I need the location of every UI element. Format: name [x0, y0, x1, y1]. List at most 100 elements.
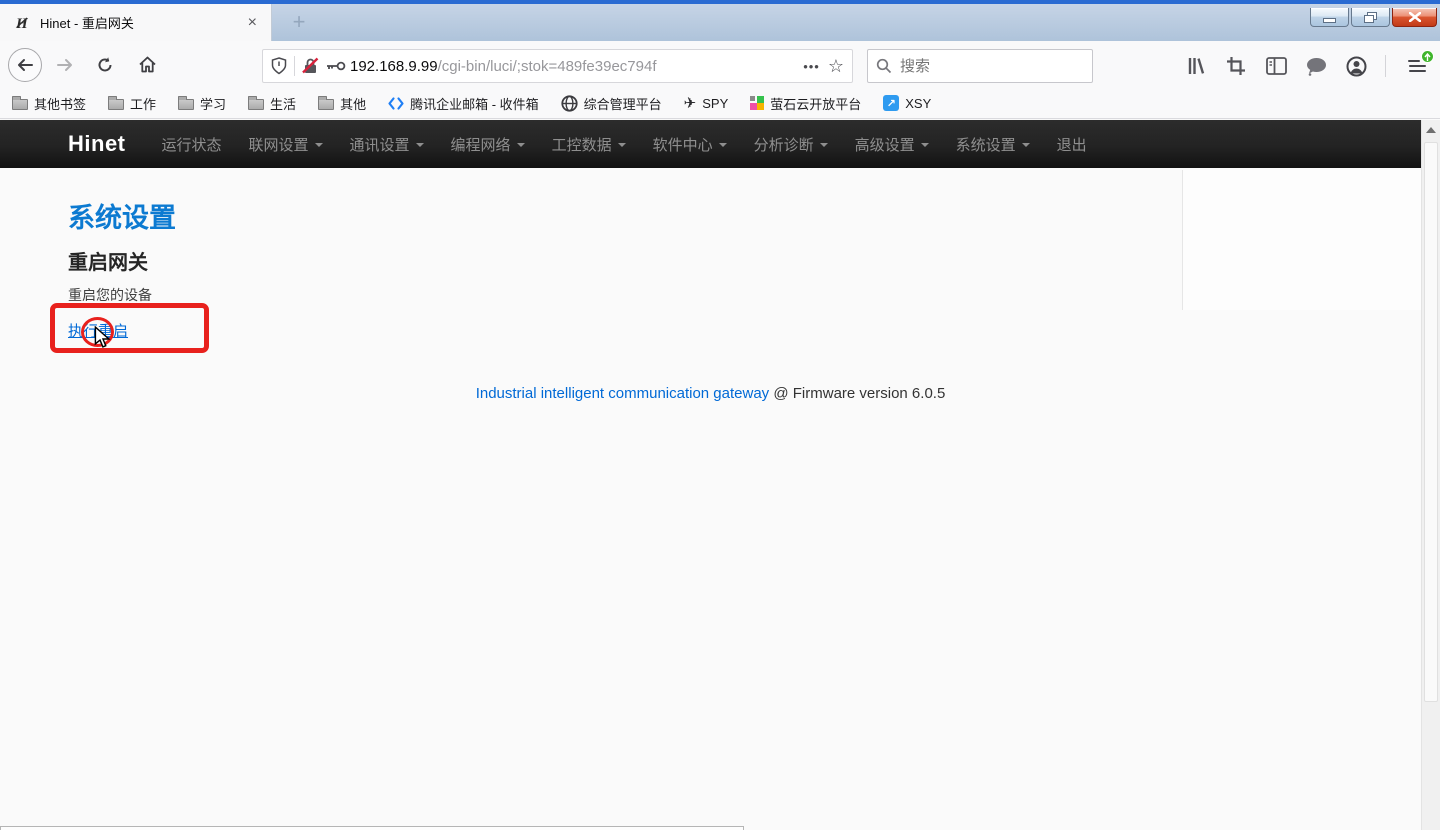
search-icon: [876, 58, 892, 74]
shield-icon: [271, 57, 287, 75]
chevron-down-icon: [820, 143, 828, 147]
toolbar-icons: [1185, 49, 1430, 83]
home-icon: [138, 56, 157, 73]
bookmark-mgmt-platform[interactable]: 综合管理平台: [561, 94, 662, 113]
close-button[interactable]: [1392, 8, 1437, 27]
page-actions-icon[interactable]: •••: [803, 59, 820, 74]
urlbar-divider: [294, 56, 295, 76]
chevron-down-icon: [517, 143, 525, 147]
nav-item-software-center[interactable]: 软件中心: [653, 134, 727, 155]
site-navbar: Hinet 运行状态 联网设置 通讯设置 编程网络 工控数据 软件中心 分析诊断…: [0, 120, 1421, 168]
sidebar-button[interactable]: [1265, 55, 1287, 77]
account-button[interactable]: [1345, 55, 1367, 77]
folder-icon: [178, 99, 194, 110]
ezviz-color-icon: [750, 96, 764, 110]
mouse-cursor: [92, 326, 112, 348]
forward-icon: [56, 58, 74, 72]
update-badge: [1421, 50, 1434, 63]
minimize-button[interactable]: [1310, 8, 1349, 27]
footer-version-text: @ Firmware version 6.0.5: [769, 385, 945, 402]
restore-button[interactable]: [1351, 8, 1390, 27]
folder-icon: [108, 99, 124, 110]
bookmark-xsy[interactable]: ↗ XSY: [883, 95, 931, 111]
minimize-icon: [1323, 18, 1336, 23]
messenger-button[interactable]: [1305, 55, 1327, 77]
tab-strip: H Hinet - 重启网关 × +: [0, 4, 1440, 41]
content-right-margin: [1182, 170, 1421, 310]
nav-item-system-settings[interactable]: 系统设置: [956, 134, 1030, 155]
window-controls: [1310, 8, 1437, 27]
restore-icon: [1364, 12, 1377, 23]
bookmark-star-icon[interactable]: ☆: [828, 56, 844, 77]
insecure-lock-icon: [302, 57, 319, 75]
nav-item-comm-setup[interactable]: 通讯设置: [350, 134, 424, 155]
folder-icon: [12, 99, 28, 110]
reload-icon: [96, 56, 114, 74]
home-button[interactable]: [130, 48, 164, 82]
back-button[interactable]: [8, 48, 42, 82]
bookmark-other-bookmarks[interactable]: 其他书签: [12, 94, 86, 113]
tab-title: Hinet - 重启网关: [40, 13, 244, 32]
nav-item-network-setup[interactable]: 联网设置: [249, 134, 323, 155]
forward-button[interactable]: [48, 48, 82, 82]
nav-item-programming-network[interactable]: 编程网络: [451, 134, 525, 155]
nav-item-advanced-settings[interactable]: 高级设置: [855, 134, 929, 155]
bookmark-tencent-exmail[interactable]: 腾讯企业邮箱 - 收件箱: [388, 94, 539, 113]
chevron-down-icon: [921, 143, 929, 147]
section-title: 系统设置: [68, 196, 176, 235]
nav-item-industrial-data[interactable]: 工控数据: [552, 134, 626, 155]
library-button[interactable]: [1185, 55, 1207, 77]
folder-icon: [318, 99, 334, 110]
footer-gateway-link[interactable]: Industrial intelligent communication gat…: [476, 385, 770, 402]
search-input[interactable]: [900, 58, 1070, 75]
address-bar[interactable]: 192.168.9.99/cgi-bin/luci/;stok=489fe39e…: [262, 49, 853, 83]
bookmark-life[interactable]: 生活: [248, 94, 296, 113]
reload-button[interactable]: [88, 48, 122, 82]
toolbar-divider: [1385, 55, 1386, 77]
page-scrollbar[interactable]: [1421, 120, 1440, 830]
chat-bubble-icon: [1306, 57, 1327, 76]
plane-icon: ✈: [684, 94, 697, 112]
chevron-down-icon: [618, 143, 626, 147]
browser-tab[interactable]: H Hinet - 重启网关 ×: [0, 4, 272, 41]
library-icon: [1186, 56, 1206, 76]
scrollbar-up-arrow-icon[interactable]: [1426, 127, 1436, 133]
globe-icon: [561, 95, 578, 112]
screenshot-button[interactable]: [1225, 55, 1247, 77]
site-menu: 运行状态 联网设置 通讯设置 编程网络 工控数据 软件中心 分析诊断 高级设置 …: [162, 134, 1087, 155]
folder-icon: [248, 99, 264, 110]
bookmark-misc[interactable]: 其他: [318, 94, 366, 113]
bookmark-spy[interactable]: ✈ SPY: [684, 94, 729, 112]
tencent-exmail-icon: [388, 96, 404, 111]
tab-close-icon[interactable]: ×: [244, 14, 261, 32]
hinet-favicon: H: [14, 14, 32, 32]
url-domain: 192.168.9.99: [350, 58, 438, 75]
annotation-red-box: [50, 303, 209, 353]
key-icon: [326, 60, 346, 72]
page-content: 系统设置 重启网关 重启您的设备 执行重启 Industrial intelli…: [0, 168, 1421, 830]
bookmark-study[interactable]: 学习: [178, 94, 226, 113]
nav-item-diagnosis[interactable]: 分析诊断: [754, 134, 828, 155]
chevron-down-icon: [1022, 143, 1030, 147]
status-popup-edge: [0, 826, 744, 830]
url-path: /cgi-bin/luci/;stok=489fe39ec794f: [438, 58, 657, 75]
bookmark-work[interactable]: 工作: [108, 94, 156, 113]
crop-icon: [1226, 56, 1246, 76]
sidebar-icon: [1266, 57, 1287, 75]
search-bar[interactable]: [867, 49, 1093, 83]
browser-toolbar: 192.168.9.99/cgi-bin/luci/;stok=489fe39e…: [0, 41, 1440, 88]
new-tab-button[interactable]: +: [284, 8, 314, 38]
nav-item-status[interactable]: 运行状态: [162, 134, 222, 155]
page-description: 重启您的设备: [68, 285, 152, 305]
back-icon: [16, 58, 34, 72]
nav-item-logout[interactable]: 退出: [1057, 134, 1087, 155]
scrollbar-thumb[interactable]: [1424, 142, 1438, 702]
menu-button[interactable]: [1404, 53, 1430, 79]
arrow-up-right-icon: ↗: [883, 95, 899, 111]
close-icon: [1409, 12, 1421, 22]
bookmark-ezviz[interactable]: 萤石云开放平台: [750, 94, 861, 113]
account-icon: [1346, 56, 1367, 77]
bookmarks-bar: 其他书签 工作 学习 生活 其他 腾讯企业邮箱 - 收件箱 综合管理平台 ✈ S…: [0, 88, 1440, 119]
url-text: 192.168.9.99/cgi-bin/luci/;stok=489fe39e…: [350, 58, 795, 75]
arrow-up-icon: [1424, 53, 1431, 61]
